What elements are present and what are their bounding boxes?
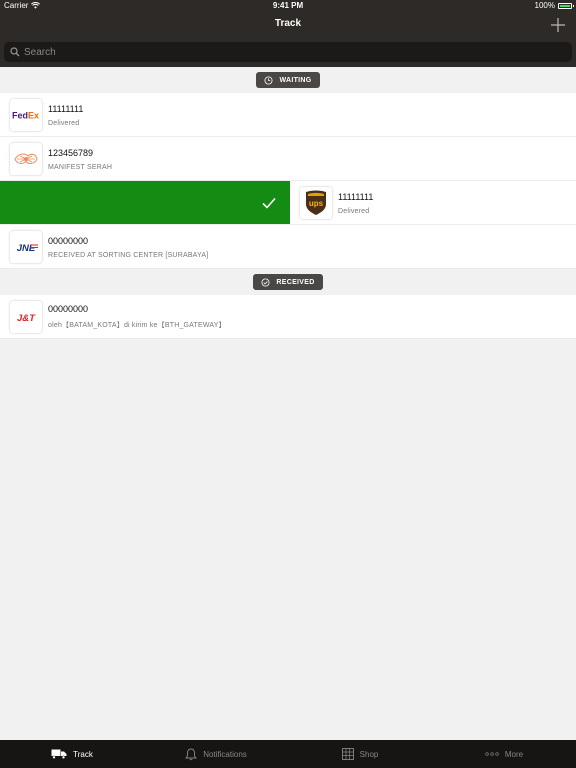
tab-notifications[interactable]: Notifications	[144, 740, 288, 768]
jnt-logo: J&T	[10, 301, 42, 333]
battery-icon	[558, 2, 574, 9]
battery-indicator: 100%	[534, 1, 574, 10]
jne-logo: JNE	[10, 231, 42, 263]
navigation-bar: Track	[0, 12, 576, 40]
section-badge-received: RECEIVED	[253, 274, 323, 290]
list-item-swiped[interactable]: ups 11111111 Delivered	[0, 181, 576, 225]
section-header-waiting: WAITING	[0, 67, 576, 93]
tab-track[interactable]: Track	[0, 740, 144, 768]
battery-percent: 100%	[534, 1, 555, 10]
tab-bar: Track Notifications Shop More	[0, 740, 576, 768]
section-badge-waiting: WAITING	[256, 72, 320, 88]
tracking-number: 11111111	[48, 103, 84, 114]
status-bar: Carrier 9:41 PM 100%	[0, 0, 576, 12]
bell-icon	[185, 748, 198, 760]
svg-text:ups: ups	[309, 199, 324, 208]
tracking-status: RECEIVED AT SORTING CENTER [SURABAYA]	[48, 251, 209, 259]
search-icon	[10, 47, 20, 57]
tracking-status: MANIFEST SERAH	[48, 163, 113, 171]
search-input[interactable]	[24, 46, 524, 58]
list-item[interactable]: FedEx 11111111 Delivered	[0, 93, 576, 137]
plus-icon	[551, 18, 565, 32]
checkmark-icon	[262, 197, 276, 209]
tracking-status: Delivered	[48, 119, 80, 127]
tracking-list: WAITING FedEx 11111111 Delivered 1234567…	[0, 67, 576, 339]
mark-received-button[interactable]	[0, 181, 291, 224]
tab-label: Track	[73, 749, 93, 759]
clock: 9:41 PM	[272, 1, 304, 10]
search-bar	[0, 40, 576, 67]
section-header-received: RECEIVED	[0, 269, 576, 295]
list-item[interactable]: 123456789 MANIFEST SERAH	[0, 137, 576, 181]
more-icon	[485, 752, 499, 756]
section-title: WAITING	[279, 76, 312, 84]
search-field[interactable]	[4, 42, 572, 62]
ups-logo: ups	[300, 187, 332, 219]
tracking-status: oleh【BATAM_KOTA】di kirim ke【BTH_GATEWAY】	[48, 322, 226, 329]
fedex-logo: FedEx	[10, 99, 42, 131]
truck-icon	[51, 749, 67, 759]
tracking-number: 11111111	[338, 191, 374, 202]
add-tracking-button[interactable]	[548, 15, 568, 35]
page-title: Track	[274, 18, 302, 29]
tab-label: More	[504, 749, 524, 759]
tab-label: Notifications	[203, 749, 247, 759]
tracking-status: Delivered	[338, 207, 370, 215]
pos-indonesia-logo	[10, 143, 42, 175]
clock-icon	[264, 75, 273, 85]
shop-icon	[341, 748, 354, 760]
tracking-number: 00000000	[48, 304, 89, 314]
list-item[interactable]: J&T 00000000 oleh【BATAM_KOTA】di kirim ke…	[0, 295, 576, 339]
svg-text:FedEx: FedEx	[12, 111, 39, 121]
svg-text:J&T: J&T	[17, 313, 36, 323]
section-title: RECEIVED	[276, 278, 315, 286]
tab-shop[interactable]: Shop	[288, 740, 432, 768]
list-item[interactable]: JNE 00000000 RECEIVED AT SORTING CENTER …	[0, 225, 576, 269]
check-circle-icon	[261, 277, 270, 287]
tracking-number: 00000000	[48, 235, 89, 246]
tracking-number: 123456789	[48, 147, 94, 158]
app-screen: Carrier 9:41 PM 100% Track Search WAITIN…	[0, 0, 576, 768]
tab-more[interactable]: More	[432, 740, 576, 768]
tab-label: Shop	[359, 749, 379, 759]
